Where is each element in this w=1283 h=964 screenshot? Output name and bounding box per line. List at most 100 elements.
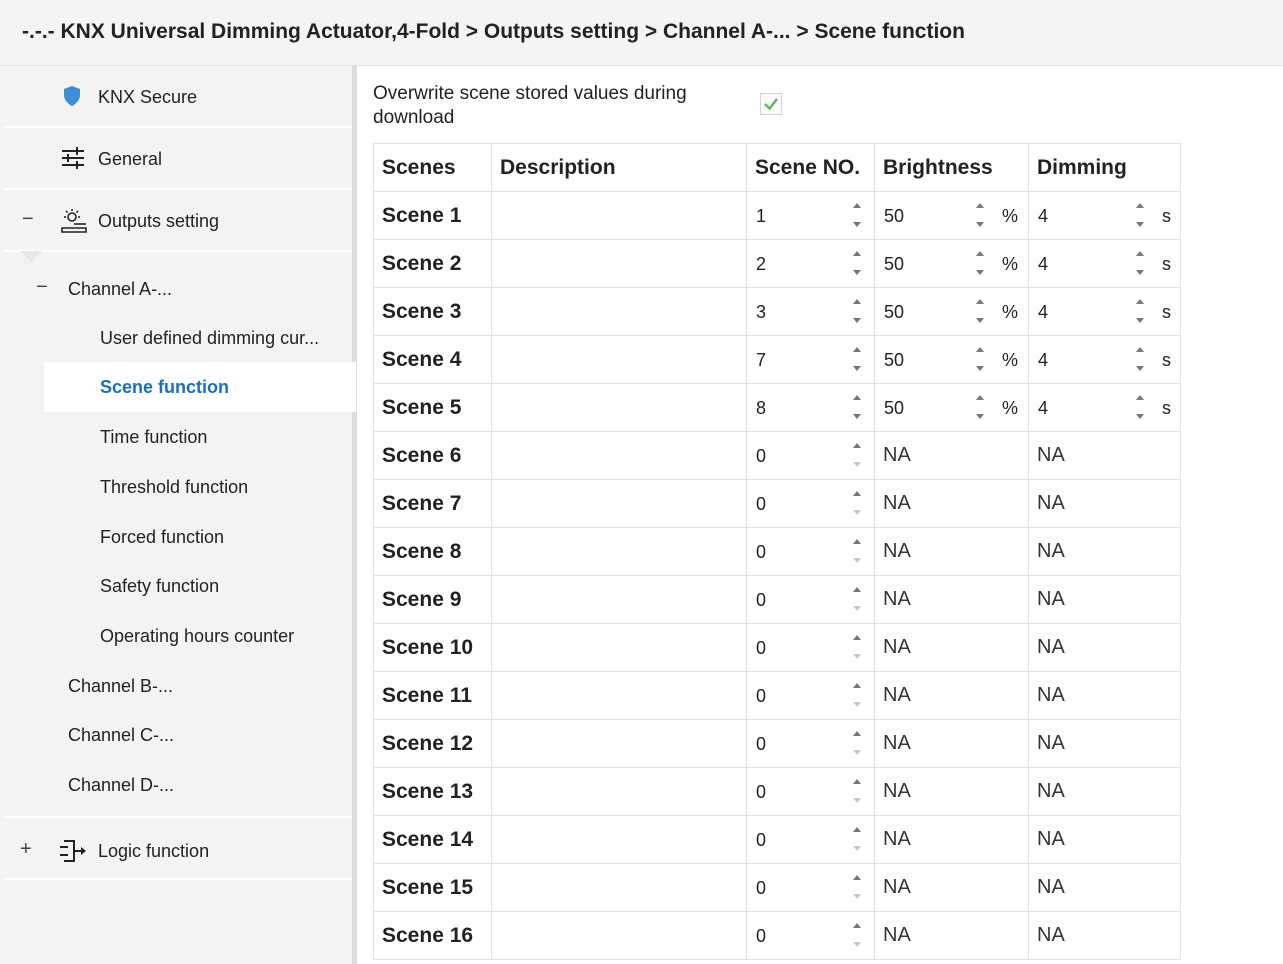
scene-no-stepper[interactable]: 0	[746, 863, 875, 912]
dimming-stepper[interactable]: 4s	[1028, 191, 1181, 240]
selection-notch	[20, 251, 42, 262]
scene-no-stepper[interactable]: 0	[746, 479, 875, 528]
table-header-row: Scenes Description Scene NO. Brightness …	[373, 143, 1181, 192]
collapse-icon[interactable]: −	[36, 276, 48, 299]
scene-no-value: 0	[756, 926, 767, 946]
brightness-stepper[interactable]: 50%	[874, 287, 1029, 336]
description-field[interactable]	[491, 239, 747, 288]
scene-no-stepper[interactable]: 0	[746, 575, 875, 624]
sidebar-item-outputs-setting[interactable]: − Outputs setting	[4, 190, 352, 252]
dimming-stepper[interactable]: 4s	[1028, 335, 1181, 384]
brightness-stepper[interactable]: 50%	[874, 383, 1029, 432]
description-field[interactable]	[491, 527, 747, 576]
spinner-arrows-icon[interactable]	[851, 920, 863, 950]
column-header-dimming: Dimming	[1028, 143, 1181, 192]
description-field[interactable]	[491, 479, 747, 528]
scene-no-stepper[interactable]: 0	[746, 671, 875, 720]
spinner-arrows-icon[interactable]	[1134, 344, 1146, 374]
dimming-stepper[interactable]: 4s	[1028, 239, 1181, 288]
sidebar-item-threshold-function[interactable]: Threshold function	[100, 477, 248, 498]
spinner-arrows-icon[interactable]	[1134, 248, 1146, 278]
spinner-arrows-icon[interactable]	[974, 296, 986, 326]
spinner-arrows-icon[interactable]	[851, 440, 863, 470]
spinner-arrows-icon[interactable]	[1134, 392, 1146, 422]
brightness-stepper[interactable]: 50%	[874, 191, 1029, 240]
sidebar-item-channel-d[interactable]: Channel D-...	[68, 775, 174, 796]
sidebar-item-user-defined-dimming[interactable]: User defined dimming cur...	[100, 328, 319, 349]
spinner-arrows-icon[interactable]	[851, 488, 863, 518]
spinner-arrows-icon[interactable]	[851, 392, 863, 422]
expand-icon[interactable]: +	[20, 838, 32, 861]
dimming-stepper[interactable]: 4s	[1028, 287, 1181, 336]
sidebar-item-knx-secure[interactable]: KNX Secure	[4, 66, 352, 128]
scene-no-stepper[interactable]: 8	[746, 383, 875, 432]
spinner-arrows-icon[interactable]	[851, 344, 863, 374]
dimming-value: NA	[1028, 431, 1181, 480]
spinner-arrows-icon[interactable]	[851, 296, 863, 326]
brightness-stepper[interactable]: 50%	[874, 335, 1029, 384]
spinner-arrows-icon[interactable]	[851, 824, 863, 854]
sidebar-item-channel-c[interactable]: Channel C-...	[68, 725, 174, 746]
description-field[interactable]	[491, 863, 747, 912]
spinner-arrows-icon[interactable]	[851, 776, 863, 806]
scene-no-stepper[interactable]: 0	[746, 815, 875, 864]
spinner-arrows-icon[interactable]	[851, 248, 863, 278]
spinner-arrows-icon[interactable]	[851, 728, 863, 758]
spinner-arrows-icon[interactable]	[1134, 296, 1146, 326]
scene-no-stepper[interactable]: 7	[746, 335, 875, 384]
sidebar-item-forced-function[interactable]: Forced function	[100, 527, 224, 548]
description-field[interactable]	[491, 383, 747, 432]
description-field[interactable]	[491, 191, 747, 240]
scene-no-value: 0	[756, 830, 767, 850]
description-field[interactable]	[491, 911, 747, 960]
scene-no-stepper[interactable]: 0	[746, 431, 875, 480]
scene-no-stepper[interactable]: 0	[746, 527, 875, 576]
sidebar-item-operating-hours-counter[interactable]: Operating hours counter	[100, 626, 294, 647]
sidebar-item-channel-b[interactable]: Channel B-...	[68, 676, 173, 697]
sidebar-item-safety-function[interactable]: Safety function	[100, 576, 219, 597]
brightness-value: 50	[884, 206, 905, 226]
sidebar-item-general[interactable]: General	[4, 128, 352, 190]
table-row: Scene 9 0 NA NA	[373, 575, 1181, 624]
dimming-value: NA	[1028, 575, 1181, 624]
sidebar-item-logic-function[interactable]: + Logic function	[4, 816, 352, 880]
scene-no-stepper[interactable]: 0	[746, 623, 875, 672]
spinner-arrows-icon[interactable]	[851, 536, 863, 566]
spinner-arrows-icon[interactable]	[974, 344, 986, 374]
scene-no-stepper[interactable]: 2	[746, 239, 875, 288]
scene-name: Scene 13	[373, 767, 492, 816]
spinner-arrows-icon[interactable]	[851, 632, 863, 662]
description-field[interactable]	[491, 431, 747, 480]
spinner-arrows-icon[interactable]	[851, 872, 863, 902]
dimming-stepper[interactable]: 4s	[1028, 383, 1181, 432]
overwrite-checkbox[interactable]	[760, 93, 782, 115]
sidebar-item-scene-function[interactable]: Scene function	[44, 362, 356, 412]
description-field[interactable]	[491, 815, 747, 864]
scene-no-stepper[interactable]: 0	[746, 911, 875, 960]
brightness-value: NA	[874, 719, 1029, 768]
scene-no-stepper[interactable]: 0	[746, 719, 875, 768]
collapse-icon[interactable]: −	[22, 208, 34, 231]
spinner-arrows-icon[interactable]	[851, 200, 863, 230]
scene-no-stepper[interactable]: 3	[746, 287, 875, 336]
description-field[interactable]	[491, 719, 747, 768]
sidebar-item-time-function[interactable]: Time function	[100, 427, 207, 448]
table-row: Scene 4 7 50% 4 s	[373, 335, 1181, 384]
scene-no-stepper[interactable]: 1	[746, 191, 875, 240]
spinner-arrows-icon[interactable]	[851, 680, 863, 710]
description-field[interactable]	[491, 767, 747, 816]
description-field[interactable]	[491, 335, 747, 384]
description-field[interactable]	[491, 575, 747, 624]
spinner-arrows-icon[interactable]	[974, 200, 986, 230]
description-field[interactable]	[491, 671, 747, 720]
description-field[interactable]	[491, 623, 747, 672]
spinner-arrows-icon[interactable]	[974, 248, 986, 278]
sidebar-item-channel-a[interactable]: Channel A-...	[68, 279, 172, 300]
scene-no-stepper[interactable]: 0	[746, 767, 875, 816]
spinner-arrows-icon[interactable]	[1134, 200, 1146, 230]
spinner-arrows-icon[interactable]	[851, 584, 863, 614]
description-field[interactable]	[491, 287, 747, 336]
spinner-arrows-icon[interactable]	[974, 392, 986, 422]
brightness-stepper[interactable]: 50%	[874, 239, 1029, 288]
dimming-value: 4	[1038, 206, 1049, 226]
